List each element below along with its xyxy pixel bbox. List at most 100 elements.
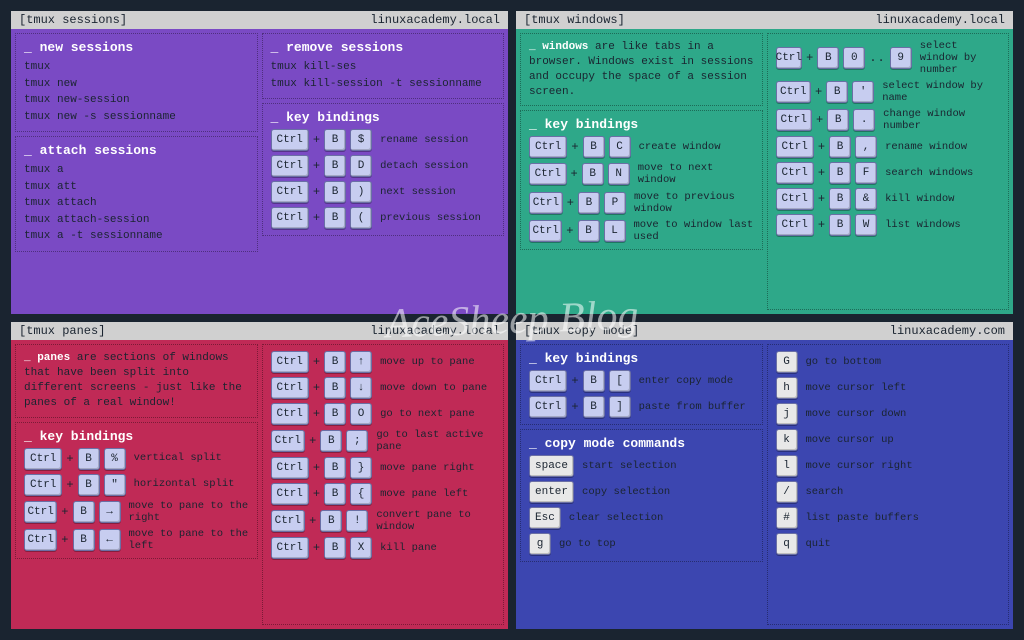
section-panes-kb-left: _ key bindings Ctrl+B%vertical splitCtrl… — [15, 422, 258, 559]
section-title: _ key bindings — [529, 351, 754, 366]
key-cap: " — [104, 474, 126, 496]
key-cap: Ctrl — [776, 214, 814, 236]
key-cap: ( — [350, 207, 372, 229]
plus-icon: + — [313, 211, 320, 225]
key-cap: B — [578, 220, 600, 242]
key-cap: Ctrl — [776, 136, 814, 158]
key-cap: 9 — [890, 47, 912, 69]
keybinding-row: Ctrl+B]paste from buffer — [529, 396, 754, 418]
keybinding-label: move to window last used — [634, 219, 754, 243]
key-cap: Ctrl — [529, 370, 567, 392]
key-cap: $ — [350, 129, 372, 151]
key-cap: ; — [346, 430, 368, 452]
keybinding-row: Ctrl+B.change window number — [776, 108, 1001, 132]
key-cap: W — [855, 214, 877, 236]
key-cap: Ctrl — [529, 192, 563, 214]
key-cap: Ctrl — [271, 155, 309, 177]
key-cap: B — [324, 155, 346, 177]
plus-icon: + — [61, 533, 68, 547]
host: linuxacademy.com — [890, 324, 1005, 338]
command: tmux attach — [24, 195, 249, 212]
keybinding-label: move pane left — [380, 488, 468, 500]
section-title: _ attach sessions — [24, 143, 249, 158]
key-cap: Ctrl — [271, 351, 309, 373]
key-cap: Ctrl — [529, 396, 567, 418]
section-new-sessions: _ new sessions tmuxtmux newtmux new-sess… — [15, 33, 258, 132]
cmd-list: tmux atmux atttmux attachtmux attach-ses… — [24, 162, 249, 245]
key-cap: Ctrl — [776, 109, 812, 131]
plus-icon: + — [571, 140, 578, 154]
key-cap: D — [350, 155, 372, 177]
key-cap: & — [855, 188, 877, 210]
title: [tmux sessions] — [19, 13, 127, 27]
key-cap: B — [829, 188, 851, 210]
section-windows-kb-left: _ key bindings Ctrl+BCcreate windowCtrl+… — [520, 110, 763, 249]
key-cap: Ctrl — [24, 474, 62, 496]
keybinding-row: Ctrl+B'select window by name — [776, 80, 1001, 104]
keybinding-label: move cursor right — [806, 460, 913, 472]
keybinding-label: kill pane — [380, 542, 437, 554]
keybinding-list: Ctrl+B$rename sessionCtrl+BDdetach sessi… — [271, 129, 496, 229]
keybinding-row: Ctrl+B,rename window — [776, 136, 1001, 158]
key-cap: N — [608, 163, 630, 185]
key-cap: F — [855, 162, 877, 184]
plus-icon: + — [313, 407, 320, 421]
key-cap: Ctrl — [776, 162, 814, 184]
key-cap: l — [776, 455, 798, 477]
keybinding-label: create window — [639, 141, 721, 153]
keybinding-label: move cursor down — [806, 408, 907, 420]
description: _ panes are sections of windows that hav… — [24, 351, 249, 410]
keybinding-row: Ctrl+B↓move down to pane — [271, 377, 496, 399]
keybinding-label: search — [806, 486, 844, 498]
titlebar-panes: [tmux panes] linuxacademy.local — [11, 322, 508, 340]
keybinding-label: move to previous window — [634, 191, 754, 215]
key-cap: enter — [529, 481, 574, 503]
plus-icon: + — [309, 434, 316, 448]
key-cap: h — [776, 377, 798, 399]
plus-icon: + — [818, 192, 825, 206]
command: tmux new-session — [24, 92, 249, 109]
key-cap: ← — [99, 529, 121, 551]
key-cap: } — [350, 457, 372, 479]
command: tmux kill-ses — [271, 59, 496, 76]
section-title: _ remove sessions — [271, 40, 496, 55]
keybinding-label: rename session — [380, 134, 468, 146]
keybinding-row: Ctrl+B}move pane right — [271, 457, 496, 479]
key-cap: Ctrl — [271, 430, 306, 452]
keybinding-label: paste from buffer — [639, 401, 746, 413]
key-cap: Ctrl — [24, 501, 57, 523]
keybinding-row: Ggo to bottom — [776, 351, 1001, 373]
key-cap: ) — [350, 181, 372, 203]
host: linuxacademy.local — [370, 13, 500, 27]
key-cap: L — [604, 220, 626, 242]
plus-icon: + — [66, 478, 73, 492]
key-cap: % — [104, 448, 126, 470]
key-cap: Ctrl — [529, 220, 562, 242]
keybinding-label: move down to pane — [380, 382, 487, 394]
key-cap: Ctrl — [271, 457, 309, 479]
keybinding-row: qquit — [776, 533, 1001, 555]
keybinding-label: go to bottom — [806, 356, 882, 368]
keybinding-row: /search — [776, 481, 1001, 503]
range-dots: .. — [869, 51, 885, 65]
plus-icon: + — [818, 140, 825, 154]
keybinding-list: Ctrl+BCcreate windowCtrl+BNmove to next … — [529, 136, 754, 242]
keybinding-label: move cursor left — [806, 382, 907, 394]
keybinding-row: Ctrl+BPmove to previous window — [529, 191, 754, 215]
keybinding-row: Ctrl+B!convert pane to window — [271, 509, 496, 533]
key-cap: X — [350, 537, 372, 559]
keybinding-row: Ctrl+B)next session — [271, 181, 496, 203]
key-cap: B — [73, 529, 95, 551]
key-cap: Ctrl — [271, 483, 309, 505]
plus-icon: + — [313, 541, 320, 555]
plus-icon: + — [818, 166, 825, 180]
key-cap: j — [776, 403, 798, 425]
command: tmux a — [24, 162, 249, 179]
title: [tmux windows] — [524, 13, 625, 27]
keybinding-label: go to top — [559, 538, 616, 550]
key-cap: B — [324, 537, 346, 559]
section-title: _ key bindings — [529, 117, 754, 132]
key-cap: B — [583, 136, 605, 158]
command: tmux attach-session — [24, 212, 249, 229]
keybinding-row: Ctrl+B↑move up to pane — [271, 351, 496, 373]
